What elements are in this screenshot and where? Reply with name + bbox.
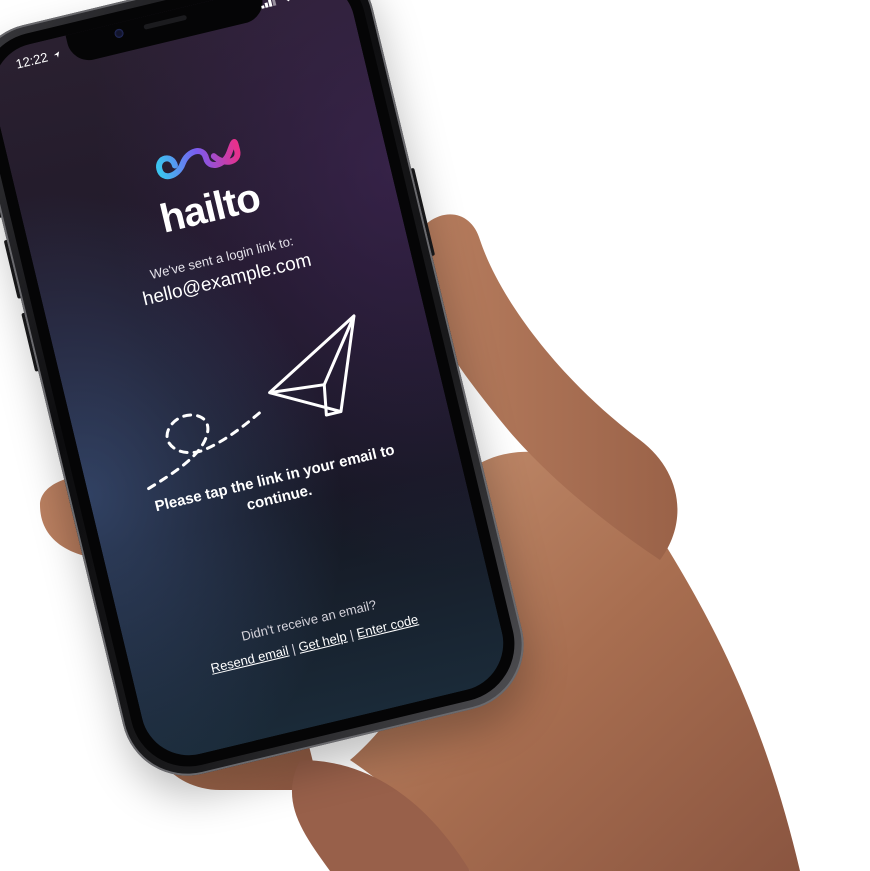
enter-code-link[interactable]: Enter code xyxy=(355,612,420,641)
link-separator: | xyxy=(348,627,355,643)
get-help-link[interactable]: Get help xyxy=(297,629,348,655)
brand-logo: hailto xyxy=(135,124,274,244)
link-separator: | xyxy=(290,640,297,657)
signal-icon xyxy=(260,0,277,9)
time-label: 12:22 xyxy=(14,49,50,72)
wifi-icon xyxy=(286,0,291,1)
speaker-grille xyxy=(143,14,188,30)
status-bar-icons xyxy=(259,0,324,9)
status-bar-time: 12:22 xyxy=(14,46,62,72)
location-arrow-icon xyxy=(54,51,60,58)
front-camera xyxy=(113,27,125,39)
